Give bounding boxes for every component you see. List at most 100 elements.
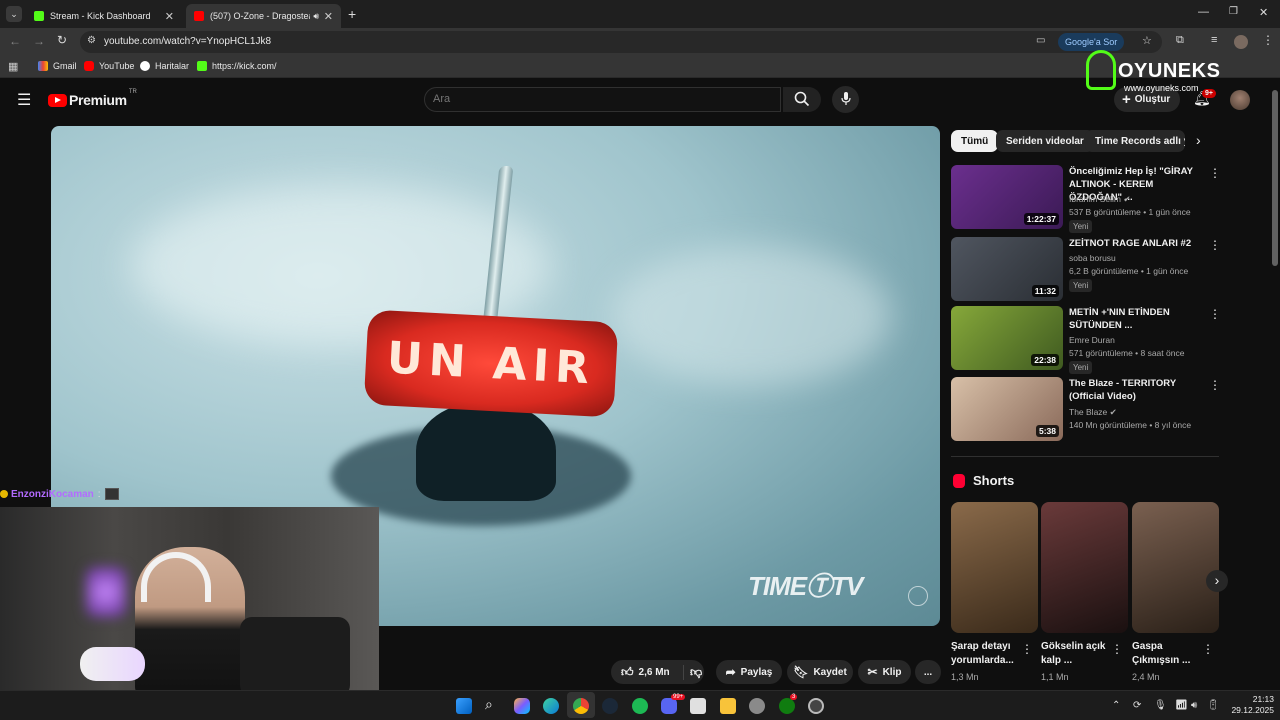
video-thumbnail[interactable]: 1:22:37 (951, 165, 1063, 229)
cast-icon[interactable]: ▭ (1036, 35, 1045, 46)
youtube-logo[interactable]: Premium TR (48, 89, 137, 108)
back-icon[interactable]: ← (9, 34, 21, 48)
spotify-icon[interactable] (632, 698, 648, 714)
video-title[interactable]: ZEİTNOT RAGE ANLARI #2 (1069, 237, 1205, 250)
volume-icon[interactable]: 🔊︎ (1191, 700, 1197, 711)
maximize-icon[interactable]: ❐ (1229, 6, 1238, 17)
new-tab-button[interactable]: + (348, 6, 356, 22)
bookmark-star-icon[interactable]: ☆ (1142, 34, 1152, 47)
channel-watermark-icon[interactable] (908, 586, 928, 606)
voice-search-button[interactable] (832, 86, 859, 113)
video-title[interactable]: The Blaze - TERRITORY (Official Video) (1069, 377, 1205, 403)
bookmark-maps[interactable]: Haritalar (140, 61, 189, 71)
chrome-icon[interactable] (573, 698, 589, 714)
hamburger-menu-icon[interactable]: ☰ (17, 90, 31, 110)
bookmark-label: Haritalar (155, 61, 190, 71)
save-button[interactable]: 🔖︎ Kaydet (787, 660, 853, 684)
search-button[interactable] (783, 87, 821, 112)
site-info-icon[interactable]: ⚙ (87, 35, 96, 46)
chip-series[interactable]: Seriden videolar (996, 130, 1094, 152)
menu-icon[interactable]: ⋮ (1262, 33, 1274, 47)
close-window-icon[interactable]: ✕ (1259, 6, 1268, 19)
windows-taskbar: ⌕ 99+ 3 ⌃ ⟳ 🎙︎ 📶︎ 🔊︎ 🔋︎ 21:13 29.12.2025 (0, 690, 1280, 720)
channel-name[interactable]: Emre Duran (1069, 335, 1115, 345)
duration-badge: 5:38 (1035, 425, 1059, 437)
windows-start-icon[interactable] (456, 698, 472, 714)
address-bar[interactable]: ⚙ youtube.com/watch?v=YnopHCL1Jk8 ▭ Goog… (80, 31, 1162, 53)
tray-network-icon[interactable]: 🎙︎ (1154, 700, 1167, 711)
bookmark-label: YouTube (99, 61, 135, 71)
clock[interactable]: 21:13 29.12.2025 (1228, 694, 1274, 716)
steam-icon[interactable] (602, 698, 618, 714)
tray-app-icon[interactable]: ⟳ (1133, 700, 1141, 711)
close-tab-icon[interactable]: ✕ (324, 10, 333, 23)
clip-button[interactable]: ✂ Klip (858, 660, 911, 684)
short-thumbnail[interactable] (1041, 502, 1128, 633)
obs-icon[interactable] (690, 698, 706, 714)
youtube-icon (194, 11, 204, 21)
short-options-icon[interactable]: ⋮ (1021, 642, 1033, 656)
reload-icon[interactable]: ↻ (57, 33, 67, 47)
more-actions-button[interactable]: ... (915, 660, 941, 684)
clip-label: Klip (882, 666, 902, 678)
search-icon[interactable]: ⌕ (485, 696, 493, 713)
video-options-icon[interactable]: ⋮ (1209, 166, 1221, 180)
share-button[interactable]: ➦ Paylaş (716, 660, 782, 684)
gmail-icon (38, 61, 48, 71)
video-thumbnail[interactable]: 11:32 (951, 237, 1063, 301)
xbox-icon[interactable] (779, 698, 795, 714)
microphone-icon (840, 92, 851, 105)
search-box[interactable] (424, 87, 781, 112)
discord-icon[interactable] (661, 698, 677, 714)
battery-icon[interactable]: 🔋︎ (1207, 700, 1220, 711)
short-title[interactable]: Şarap detayı yorumlarda... (951, 640, 1025, 668)
tab-search-button[interactable]: ⌄ (6, 6, 22, 22)
page-scrollbar[interactable] (1272, 90, 1278, 266)
reading-list-icon[interactable]: ≡ (1211, 34, 1217, 46)
short-options-icon[interactable]: ⋮ (1202, 642, 1214, 656)
chip-all[interactable]: Tümü (951, 130, 999, 152)
speaker-icon[interactable]: 🔊︎ (313, 11, 319, 22)
thumbs-down-icon[interactable]: 👎︎ (683, 664, 702, 680)
tab-youtube[interactable]: (507) O-Zone - Dragostea D 🔊︎ ✕ (186, 4, 341, 28)
short-title[interactable]: Gaspa Çıkmışsın ... (1132, 640, 1206, 668)
video-thumbnail[interactable]: 22:38 (951, 306, 1063, 370)
forward-icon[interactable]: → (33, 34, 45, 48)
short-views: 1,3 Mn (951, 672, 979, 682)
video-options-icon[interactable]: ⋮ (1209, 307, 1221, 321)
minimize-icon[interactable]: — (1198, 6, 1209, 18)
shorts-next-button[interactable]: › (1206, 570, 1228, 592)
tray-chevron-icon[interactable]: ⌃ (1112, 700, 1120, 711)
short-options-icon[interactable]: ⋮ (1111, 642, 1123, 656)
settings-icon[interactable] (749, 698, 765, 714)
file-explorer-icon[interactable] (720, 698, 736, 714)
apps-grid-icon[interactable]: ▦ (8, 60, 18, 73)
channel-name[interactable]: The Blaze ✔ (1069, 407, 1117, 418)
channel-name[interactable]: İbrahim Selim ✔ (1069, 194, 1130, 205)
video-options-icon[interactable]: ⋮ (1209, 378, 1221, 392)
video-title[interactable]: METİN +'NIN ETİNDEN SÜTÜNDEN ... (1069, 306, 1205, 332)
wifi-icon[interactable]: 📶︎ (1175, 700, 1188, 711)
video-thumbnail[interactable]: 5:38 (951, 377, 1063, 441)
close-tab-icon[interactable]: ✕ (165, 10, 174, 23)
short-thumbnail[interactable] (1132, 502, 1219, 633)
chips-next-icon[interactable]: › (1196, 132, 1201, 148)
bookmark-kick[interactable]: https://kick.com/ (197, 61, 277, 71)
short-thumbnail[interactable] (951, 502, 1038, 633)
chip-uploader[interactable]: Time Records adlı yükleyicidense (1085, 130, 1185, 152)
tab-kick-dashboard[interactable]: Stream - Kick Dashboard ✕ (26, 4, 182, 28)
google-icon (140, 61, 150, 71)
youtube-play-icon (48, 93, 67, 107)
search-input[interactable] (433, 93, 763, 105)
video-options-icon[interactable]: ⋮ (1209, 238, 1221, 252)
edge-icon[interactable] (543, 698, 559, 714)
bookmark-gmail[interactable]: Gmail (38, 61, 77, 71)
profile-avatar[interactable] (1234, 35, 1248, 49)
bookmark-youtube[interactable]: YouTube (84, 61, 134, 71)
extensions-icon[interactable]: ⧉ (1176, 34, 1184, 47)
channel-name[interactable]: soba borusu (1069, 253, 1116, 263)
like-button[interactable]: 👍︎ 2,6 Mn 👎︎ (611, 660, 704, 684)
copilot-icon[interactable] (514, 698, 530, 714)
app-icon[interactable] (808, 698, 824, 714)
short-title[interactable]: Gökselin açık kalp ... (1041, 640, 1115, 668)
